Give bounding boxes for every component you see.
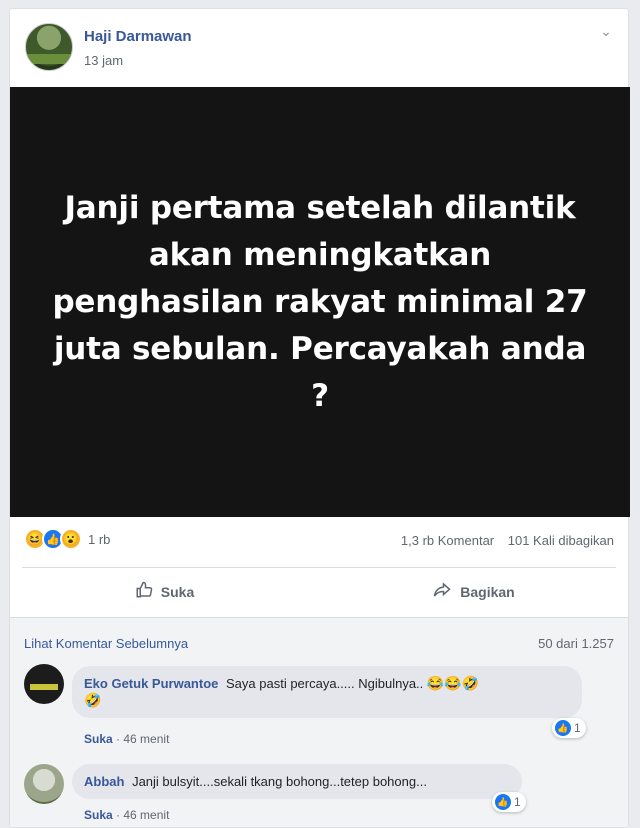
comment-emojis: 😂😂🤣 bbox=[426, 675, 480, 691]
comment-like-link[interactable]: Suka bbox=[84, 732, 113, 746]
comment-text: Janji bulsyit....sekali tkang bohong...t… bbox=[132, 774, 427, 789]
author-name[interactable]: Haji Darmawan bbox=[84, 28, 192, 45]
post-image-text: Janji pertama setelah dilantik akan meni… bbox=[52, 189, 588, 414]
thumbs-up-icon bbox=[135, 581, 153, 604]
comment-text: Saya pasti percaya..... Ngibulnya.. bbox=[226, 676, 424, 691]
comment-reactions[interactable]: 👍 1 bbox=[492, 792, 526, 812]
comment-time[interactable]: 46 menit bbox=[123, 732, 169, 746]
divider bbox=[22, 567, 616, 568]
comment-author[interactable]: Eko Getuk Purwantoe bbox=[84, 676, 218, 691]
like-icon: 👍 bbox=[555, 720, 571, 736]
avatar[interactable] bbox=[24, 764, 64, 804]
post-header: Haji Darmawan 13 jam ⌄ bbox=[10, 9, 628, 87]
comment-meta: Suka · 46 menit bbox=[84, 732, 170, 746]
author-avatar[interactable] bbox=[25, 23, 73, 71]
comment-bubble: Abbah Janji bulsyit....sekali tkang boho… bbox=[72, 764, 522, 799]
avatar[interactable] bbox=[24, 664, 64, 704]
comment-like-link[interactable]: Suka bbox=[84, 808, 113, 822]
post-image[interactable]: Janji pertama setelah dilantik akan meni… bbox=[10, 87, 630, 517]
like-label: Suka bbox=[160, 584, 195, 600]
wow-icon: 😮 bbox=[60, 528, 82, 550]
post-stats: 😆 👍 😮 1 rb 1,3 rb Komentar 101 Kali diba… bbox=[10, 524, 628, 554]
comment-time[interactable]: 46 menit bbox=[123, 808, 169, 822]
share-label: Bagikan bbox=[460, 584, 515, 600]
comments-count: 50 dari 1.257 bbox=[538, 636, 614, 651]
comments-section: Lihat Komentar Sebelumnya 50 dari 1.257 … bbox=[10, 618, 628, 827]
chevron-down-icon[interactable]: ⌄ bbox=[598, 23, 614, 39]
comment: Eko Getuk Purwantoe Saya pasti percaya..… bbox=[24, 664, 624, 754]
reaction-count: 1 rb bbox=[88, 531, 111, 547]
comment-meta: Suka · 46 menit bbox=[84, 808, 170, 822]
comment-author[interactable]: Abbah bbox=[84, 774, 124, 789]
reaction-summary[interactable]: 😆 👍 😮 1 rb bbox=[24, 528, 110, 550]
like-icon: 👍 bbox=[495, 794, 511, 810]
post-card: Haji Darmawan 13 jam ⌄ Janji pertama set… bbox=[9, 8, 630, 828]
comment-count[interactable]: 1,3 rb Komentar bbox=[401, 533, 494, 548]
comment-emoji-extra: 🤣 bbox=[84, 692, 102, 708]
like-button[interactable]: Suka bbox=[10, 569, 319, 615]
view-previous-comments[interactable]: Lihat Komentar Sebelumnya bbox=[24, 636, 188, 651]
share-button[interactable]: Bagikan bbox=[319, 569, 628, 615]
post-time[interactable]: 13 jam bbox=[84, 53, 123, 68]
share-count[interactable]: 101 Kali dibagikan bbox=[508, 533, 614, 548]
comment-bubble: Eko Getuk Purwantoe Saya pasti percaya..… bbox=[72, 666, 582, 718]
share-icon bbox=[432, 581, 452, 604]
comment: Abbah Janji bulsyit....sekali tkang boho… bbox=[24, 764, 624, 828]
action-bar: Suka Bagikan bbox=[10, 569, 628, 615]
comment-reactions[interactable]: 👍 1 bbox=[552, 718, 586, 738]
